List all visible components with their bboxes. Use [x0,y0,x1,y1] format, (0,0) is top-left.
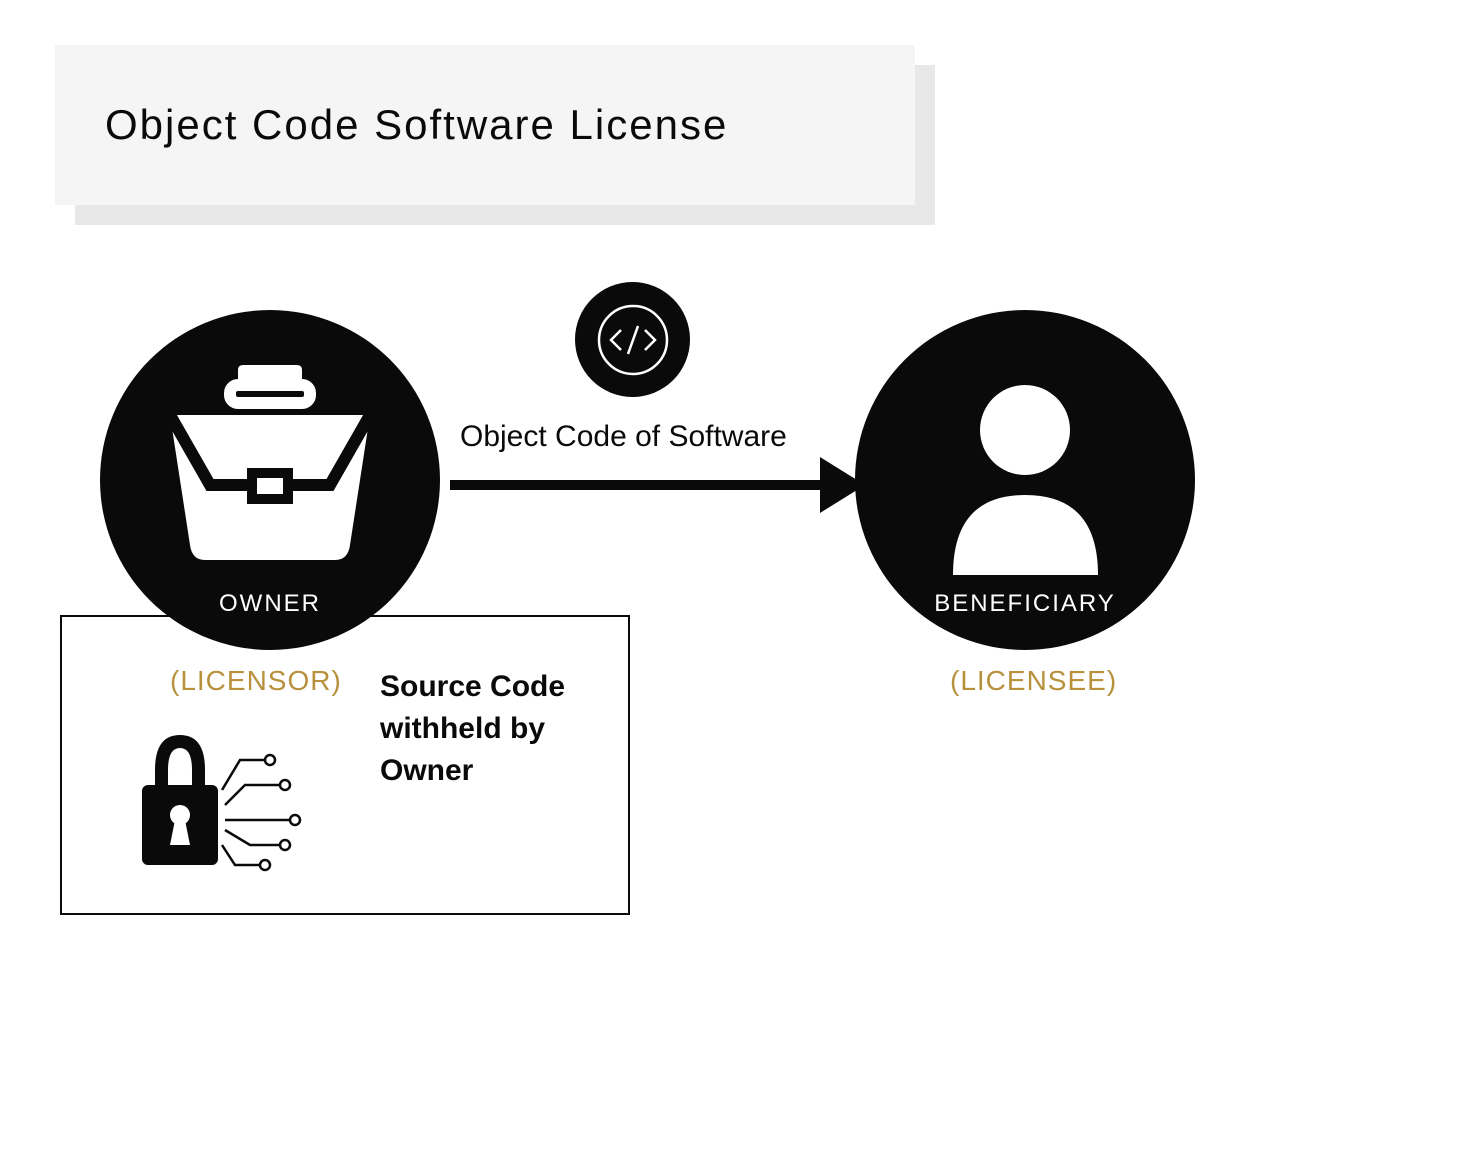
title-box: Object Code Software License [55,45,915,205]
code-circle [575,282,690,397]
transfer-label: Object Code of Software [460,420,787,454]
lock-circuit-icon [130,720,310,880]
arrow-line [450,480,840,490]
user-icon [953,385,1098,575]
licensee-role-label: (LICENSEE) [950,665,1117,697]
source-code-note: Source Code withheld by Owner [380,666,580,792]
briefcase-icon [160,365,380,565]
arrow-head-icon [820,457,865,513]
owner-label: OWNER [100,590,440,618]
beneficiary-label: BENEFICIARY [855,590,1195,618]
code-icon [593,300,673,380]
diagram-title: Object Code Software License [105,101,728,149]
